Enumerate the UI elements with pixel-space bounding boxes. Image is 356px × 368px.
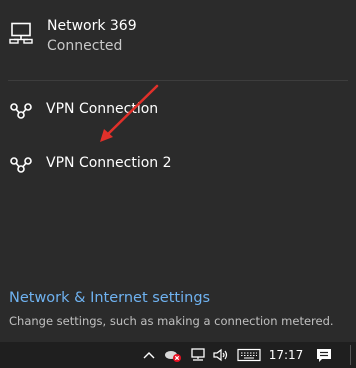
vpn-icon xyxy=(9,156,33,174)
vpn-connection-item[interactable]: VPN Connection xyxy=(0,91,356,131)
divider xyxy=(8,80,348,81)
vpn-connection-2-label: VPN Connection 2 xyxy=(46,155,172,171)
wired-network-icon xyxy=(9,22,33,44)
notifications-icon[interactable] xyxy=(312,342,336,368)
network-flyout: Network 369 Connected VPN Connection VPN… xyxy=(0,0,356,342)
vpn-connection-label: VPN Connection xyxy=(46,101,159,117)
volume-icon[interactable] xyxy=(211,342,231,368)
taskbar: 17:17 xyxy=(0,342,356,368)
network-icon[interactable] xyxy=(188,342,208,368)
keyboard-icon[interactable] xyxy=(235,342,263,368)
clock[interactable]: 17:17 xyxy=(266,342,306,368)
network-status: Connected xyxy=(47,38,123,54)
show-desktop-divider[interactable] xyxy=(349,342,351,368)
chevron-up-icon[interactable] xyxy=(140,342,158,368)
network-name: Network 369 xyxy=(47,18,137,34)
cloud-error-icon[interactable] xyxy=(162,342,184,368)
settings-description: Change settings, such as making a connec… xyxy=(9,314,334,328)
network-internet-settings-link[interactable]: Network & Internet settings xyxy=(9,290,210,306)
network-item[interactable]: Network 369 Connected xyxy=(0,0,356,72)
vpn-connection-2-item[interactable]: VPN Connection 2 xyxy=(0,145,356,185)
vpn-icon xyxy=(9,102,33,120)
